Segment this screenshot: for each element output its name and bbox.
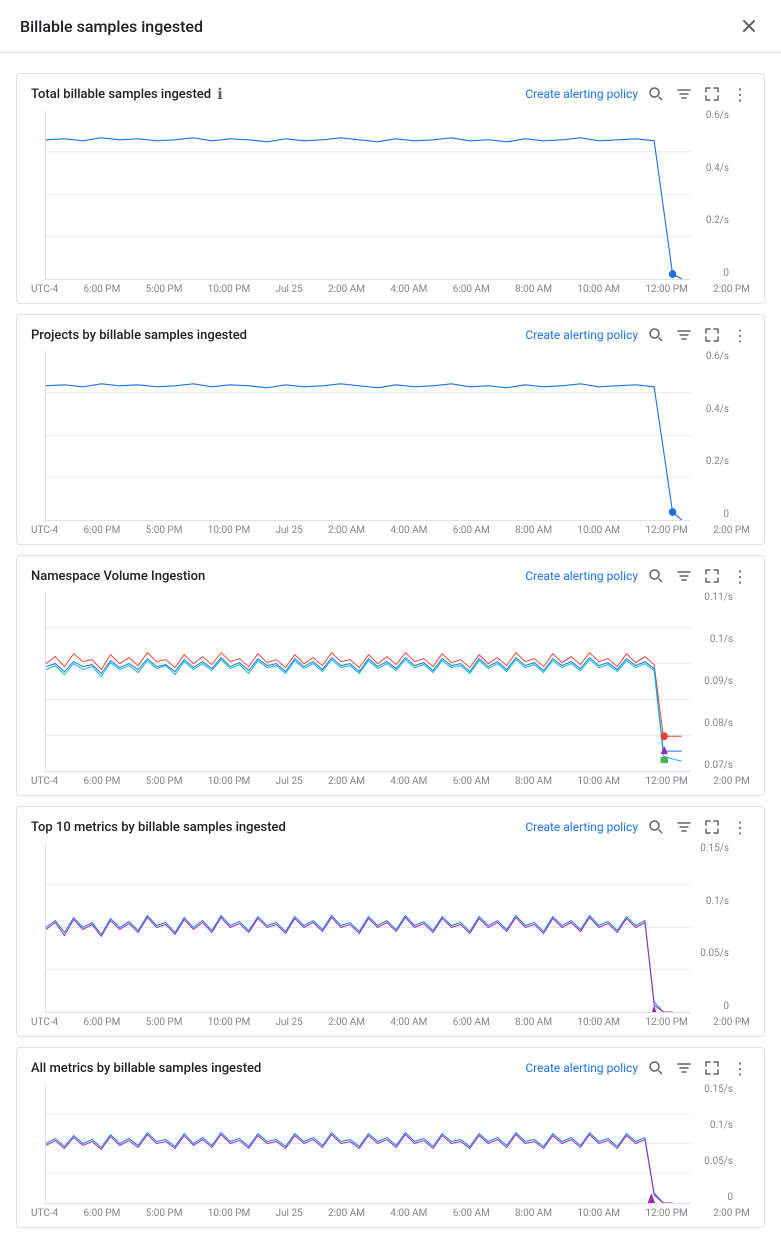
y-axis-labels-2: 0.6/s 0.4/s 0.2/s 0 <box>706 351 729 520</box>
filter-icon-5[interactable] <box>674 1058 694 1078</box>
y-axis-labels-3: 0.11/s 0.1/s 0.09/s 0.08/s 0.07/s <box>704 592 733 771</box>
chart-header-2: Projects by billable samples ingested Cr… <box>17 315 764 351</box>
chart-header-4: Top 10 metrics by billable samples inges… <box>17 807 764 843</box>
chart-title-2: Projects by billable samples ingested <box>31 328 247 343</box>
create-alert-link-2[interactable]: Create alerting policy <box>525 328 638 342</box>
search-icon-5[interactable] <box>646 1058 666 1078</box>
x-axis-3: UTC-4 6:00 PM 5:00 PM 10:00 PM Jul 25 2:… <box>17 772 764 795</box>
filter-icon-2[interactable] <box>674 325 694 345</box>
search-icon-1[interactable] <box>646 84 666 104</box>
filter-icon-3[interactable] <box>674 566 694 586</box>
chart-panel-4: Top 10 metrics by billable samples inges… <box>16 806 765 1037</box>
create-alert-link-5[interactable]: Create alerting policy <box>525 1061 638 1075</box>
chart-panel-2: Projects by billable samples ingested Cr… <box>16 314 765 545</box>
chart-title-row-3: Namespace Volume Ingestion <box>31 569 205 584</box>
more-icon-1[interactable]: ⋮ <box>730 84 750 104</box>
chart-actions-2: Create alerting policy ⋮ <box>525 325 750 345</box>
chart-header-1: Total billable samples ingested ℹ Create… <box>17 74 764 110</box>
info-icon-1[interactable]: ℹ <box>217 85 223 103</box>
fullscreen-icon-2[interactable] <box>702 325 722 345</box>
y-axis-labels-4: 0.15/s 0.1/s 0.05/s 0 <box>700 843 729 1012</box>
chart-area-1: 0.6/s 0.4/s 0.2/s 0 <box>45 110 691 280</box>
create-alert-link-3[interactable]: Create alerting policy <box>525 569 638 583</box>
y-axis-labels-1: 0.6/s 0.4/s 0.2/s 0 <box>706 110 729 279</box>
chart-title-row-4: Top 10 metrics by billable samples inges… <box>31 820 286 835</box>
chart-area-5: 0.15/s 0.1/s 0.05/s 0 <box>45 1084 691 1204</box>
search-icon-4[interactable] <box>646 817 666 837</box>
x-axis-5: UTC-4 6:00 PM 5:00 PM 10:00 PM Jul 25 2:… <box>17 1204 764 1227</box>
chart-header-3: Namespace Volume Ingestion Create alerti… <box>17 556 764 592</box>
more-icon-4[interactable]: ⋮ <box>730 817 750 837</box>
chart-title-3: Namespace Volume Ingestion <box>31 569 205 584</box>
charts-container: Total billable samples ingested ℹ Create… <box>0 53 781 1248</box>
fullscreen-icon-4[interactable] <box>702 817 722 837</box>
more-icon-5[interactable]: ⋮ <box>730 1058 750 1078</box>
chart-area-2: 0.6/s 0.4/s 0.2/s 0 <box>45 351 691 521</box>
x-axis-2: UTC-4 6:00 PM 5:00 PM 10:00 PM Jul 25 2:… <box>17 521 764 544</box>
chart-actions-3: Create alerting policy ⋮ <box>525 566 750 586</box>
dialog-title: Billable samples ingested <box>20 17 203 36</box>
chart-title-5: All metrics by billable samples ingested <box>31 1061 261 1076</box>
chart-actions-5: Create alerting policy ⋮ <box>525 1058 750 1078</box>
chart-title-4: Top 10 metrics by billable samples inges… <box>31 820 286 835</box>
dialog-header: Billable samples ingested <box>0 0 781 53</box>
filter-icon-4[interactable] <box>674 817 694 837</box>
x-axis-1: UTC-4 6:00 PM 5:00 PM 10:00 PM Jul 25 2:… <box>17 280 764 303</box>
x-axis-4: UTC-4 6:00 PM 5:00 PM 10:00 PM Jul 25 2:… <box>17 1013 764 1036</box>
create-alert-link-1[interactable]: Create alerting policy <box>525 87 638 101</box>
chart-title-row-1: Total billable samples ingested ℹ <box>31 85 223 103</box>
chart-panel-3: Namespace Volume Ingestion Create alerti… <box>16 555 765 796</box>
chart-panel-1: Total billable samples ingested ℹ Create… <box>16 73 765 304</box>
fullscreen-icon-5[interactable] <box>702 1058 722 1078</box>
chart-area-3: 0.11/s 0.1/s 0.09/s 0.08/s 0.07/s <box>45 592 691 772</box>
chart-title-1: Total billable samples ingested <box>31 87 211 102</box>
fullscreen-icon-1[interactable] <box>702 84 722 104</box>
chart-actions-1: Create alerting policy ⋮ <box>525 84 750 104</box>
search-icon-2[interactable] <box>646 325 666 345</box>
chart-area-4: 0.15/s 0.1/s 0.05/s 0 <box>45 843 691 1013</box>
chart-actions-4: Create alerting policy ⋮ <box>525 817 750 837</box>
more-icon-3[interactable]: ⋮ <box>730 566 750 586</box>
create-alert-link-4[interactable]: Create alerting policy <box>525 820 638 834</box>
more-icon-2[interactable]: ⋮ <box>730 325 750 345</box>
chart-title-row-5: All metrics by billable samples ingested <box>31 1061 261 1076</box>
close-button[interactable] <box>737 14 761 38</box>
y-axis-labels-5: 0.15/s 0.1/s 0.05/s 0 <box>704 1084 733 1203</box>
filter-icon-1[interactable] <box>674 84 694 104</box>
chart-header-5: All metrics by billable samples ingested… <box>17 1048 764 1084</box>
chart-panel-5: All metrics by billable samples ingested… <box>16 1047 765 1228</box>
fullscreen-icon-3[interactable] <box>702 566 722 586</box>
chart-title-row-2: Projects by billable samples ingested <box>31 328 247 343</box>
search-icon-3[interactable] <box>646 566 666 586</box>
